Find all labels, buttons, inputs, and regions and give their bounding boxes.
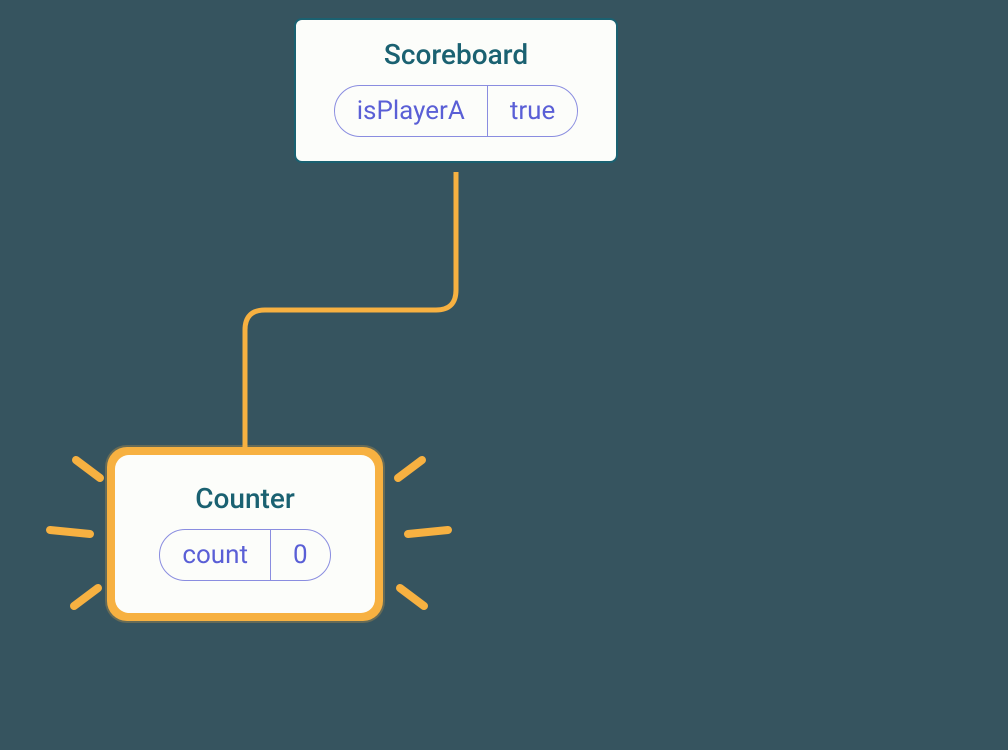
state-key: count [160, 530, 271, 580]
sparkle-right [374, 448, 464, 628]
node-title-counter: Counter [195, 482, 295, 515]
node-counter-highlight: Counter count 0 [107, 447, 383, 621]
node-scoreboard: Scoreboard isPlayerA true [294, 18, 618, 163]
state-value: true [488, 86, 577, 136]
node-counter: Counter count 0 [115, 455, 375, 613]
state-key: isPlayerA [335, 86, 488, 136]
state-pill-counter: count 0 [159, 529, 330, 581]
state-pill-scoreboard: isPlayerA true [334, 85, 579, 137]
node-title-scoreboard: Scoreboard [384, 38, 528, 71]
state-value: 0 [271, 530, 330, 580]
